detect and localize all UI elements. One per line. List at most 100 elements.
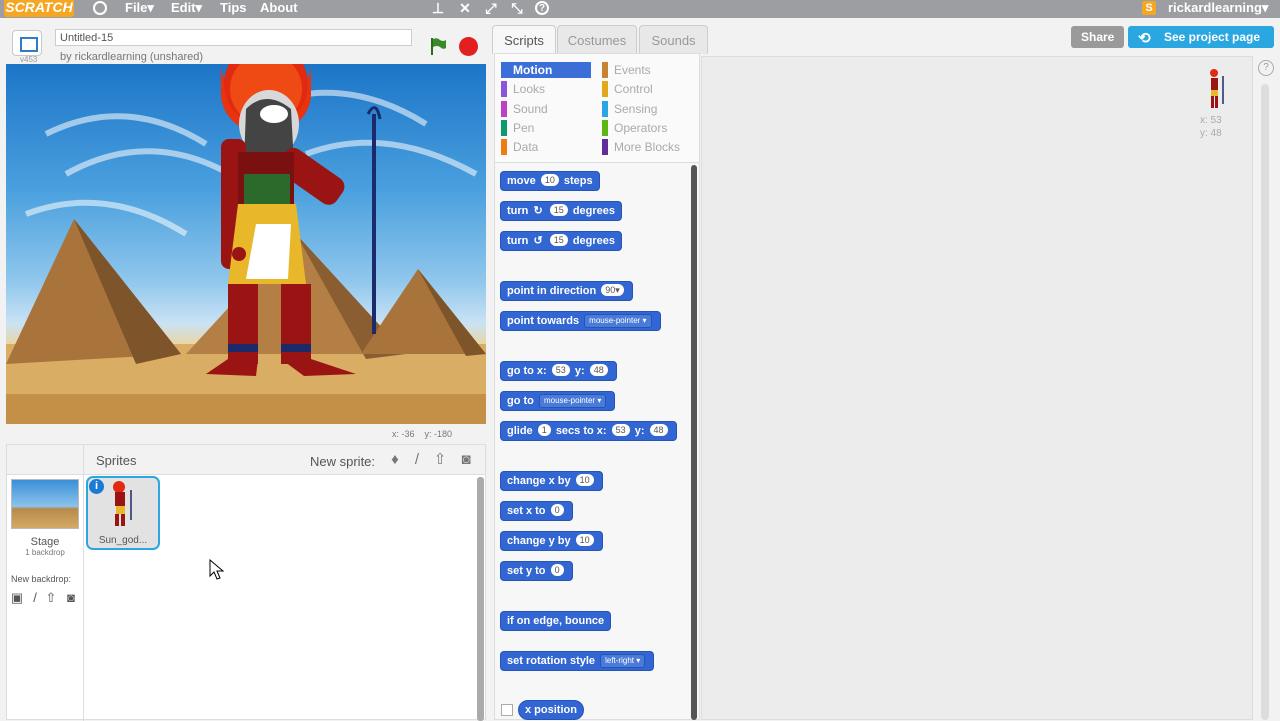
- palette-scrollbar[interactable]: [691, 165, 697, 720]
- category-events[interactable]: Events: [602, 62, 651, 78]
- block-text: go to: [507, 395, 534, 407]
- fullscreen-icon[interactable]: [12, 30, 42, 56]
- block-number-input[interactable]: 10: [540, 174, 559, 186]
- username-menu[interactable]: rickardlearning▾: [1168, 0, 1268, 18]
- scripts-scrollbar[interactable]: [1261, 84, 1269, 720]
- block-text: point in direction: [507, 285, 597, 297]
- block-dropdown[interactable]: mouse-pointer ▾: [584, 314, 652, 328]
- block-set-x[interactable]: set x to 0: [500, 501, 573, 521]
- stop-icon[interactable]: [459, 37, 478, 56]
- new-sprite-label: New sprite:: [310, 454, 376, 469]
- block-change-x[interactable]: change x by 10: [500, 471, 603, 491]
- sprite-tile[interactable]: i Sun_god...: [86, 476, 160, 550]
- block-point-towards[interactable]: point towards mouse-pointer ▾: [500, 311, 661, 331]
- block-text: change y by: [507, 535, 571, 547]
- block-rotation-style[interactable]: set rotation style left-right ▾: [500, 651, 655, 671]
- block-set-y[interactable]: set y to 0: [500, 561, 573, 581]
- category-pen[interactable]: Pen: [501, 120, 534, 136]
- block-number-input[interactable]: 0: [550, 564, 564, 576]
- stage-canvas[interactable]: [6, 64, 486, 424]
- cut-icon[interactable]: ✕: [458, 1, 472, 15]
- category-label: Data: [513, 140, 539, 154]
- category-color: [602, 81, 608, 97]
- stage-thumbnail[interactable]: [11, 479, 79, 529]
- category-color: [602, 62, 608, 78]
- project-title-input[interactable]: [55, 29, 412, 46]
- sprite-name: Sun_god...: [98, 535, 148, 546]
- block-text: y:: [634, 425, 645, 437]
- block-point-in-direction[interactable]: point in direction 90▾: [500, 281, 633, 301]
- block-go-to-xy[interactable]: go to x: 53 y: 48: [500, 361, 617, 381]
- block-number-input[interactable]: 53: [611, 424, 630, 436]
- block-number-input[interactable]: 0: [550, 504, 564, 516]
- help-icon[interactable]: ?: [1258, 60, 1274, 76]
- current-sprite-icon: [1210, 69, 1224, 108]
- stamp-icon[interactable]: ⊥: [431, 1, 445, 15]
- backdrop-library-icon[interactable]: ▣: [9, 590, 25, 606]
- camera-icon[interactable]: ◙: [457, 451, 475, 469]
- block-number-input[interactable]: 10: [575, 534, 594, 546]
- block-move-steps[interactable]: move 10 steps: [500, 171, 600, 191]
- category-label: Control: [614, 82, 653, 96]
- block-categories: Motion Looks Sound Pen Data Events Contr…: [494, 53, 700, 163]
- see-project-page-button[interactable]: ⟲ See project page: [1128, 26, 1274, 48]
- block-turn-left[interactable]: turn ↺ 15 degrees: [500, 231, 623, 251]
- block-x-position[interactable]: x position: [518, 700, 584, 720]
- block-go-to[interactable]: go to mouse-pointer ▾: [500, 391, 616, 411]
- category-control[interactable]: Control: [602, 81, 653, 97]
- menu-file[interactable]: File▾: [125, 0, 154, 18]
- scripts-area[interactable]: [701, 56, 1253, 720]
- block-dropdown[interactable]: mouse-pointer ▾: [538, 394, 607, 408]
- category-sensing[interactable]: Sensing: [602, 101, 657, 117]
- block-glide[interactable]: glide 1 secs to x: 53 y: 48: [500, 421, 677, 441]
- category-sound[interactable]: Sound: [501, 101, 548, 117]
- user-avatar[interactable]: S: [1142, 1, 1156, 15]
- block-dropdown[interactable]: left-right ▾: [600, 654, 646, 668]
- tab-sounds[interactable]: Sounds: [639, 25, 708, 54]
- rotate-clockwise-icon: ↻: [533, 205, 543, 217]
- grow-icon[interactable]: ⤢: [484, 1, 498, 15]
- backdrop-paint-icon[interactable]: /: [27, 590, 43, 606]
- block-number-input[interactable]: 48: [649, 424, 668, 436]
- block-text: set y to: [507, 565, 546, 577]
- backdrop-camera-icon[interactable]: ◙: [63, 590, 79, 606]
- new-backdrop-label: New backdrop:: [11, 574, 72, 584]
- version-label: v453: [20, 55, 38, 64]
- block-turn-right[interactable]: turn ↻ 15 degrees: [500, 201, 623, 221]
- tab-scripts[interactable]: Scripts: [492, 25, 556, 54]
- block-number-input[interactable]: 53: [551, 364, 570, 376]
- category-label: Motion: [513, 63, 553, 77]
- blocks-palette: move 10 steps turn ↻ 15 degrees turn ↺ 1…: [494, 163, 700, 720]
- menu-about[interactable]: About: [260, 0, 298, 18]
- x-position-checkbox[interactable]: [501, 704, 513, 716]
- menu-edit[interactable]: Edit▾: [171, 0, 202, 18]
- block-number-input[interactable]: 10: [575, 474, 594, 486]
- share-button[interactable]: Share: [1071, 26, 1125, 48]
- category-operators[interactable]: Operators: [602, 120, 667, 136]
- sprites-scrollbar[interactable]: [477, 477, 484, 721]
- menu-tips[interactable]: Tips: [220, 0, 247, 18]
- block-number-input[interactable]: 15: [549, 204, 568, 216]
- scratch-logo[interactable]: SCRATCH: [4, 0, 74, 17]
- backdrop-count: 1 backdrop: [25, 548, 65, 557]
- green-flag-icon[interactable]: [428, 36, 448, 56]
- help-icon[interactable]: ?: [535, 1, 549, 15]
- block-number-input[interactable]: 15: [549, 234, 568, 246]
- block-number-input[interactable]: 48: [589, 364, 608, 376]
- shrink-icon[interactable]: ⤡: [510, 1, 524, 15]
- category-more-blocks[interactable]: More Blocks: [602, 139, 680, 155]
- category-motion[interactable]: Motion: [501, 62, 591, 78]
- block-change-y[interactable]: change y by 10: [500, 531, 603, 551]
- upload-icon[interactable]: ⇧: [431, 451, 449, 469]
- paint-icon[interactable]: /: [408, 451, 426, 469]
- sprite-library-icon[interactable]: ♦: [386, 451, 404, 469]
- category-data[interactable]: Data: [501, 139, 538, 155]
- block-number-input[interactable]: 1: [537, 424, 551, 436]
- block-text: set x to: [507, 505, 546, 517]
- globe-icon[interactable]: [93, 1, 107, 15]
- block-bounce[interactable]: if on edge, bounce: [500, 611, 612, 631]
- block-number-input[interactable]: 90▾: [601, 284, 624, 296]
- tab-costumes[interactable]: Costumes: [557, 25, 637, 54]
- category-looks[interactable]: Looks: [501, 81, 545, 97]
- backdrop-upload-icon[interactable]: ⇧: [43, 590, 59, 606]
